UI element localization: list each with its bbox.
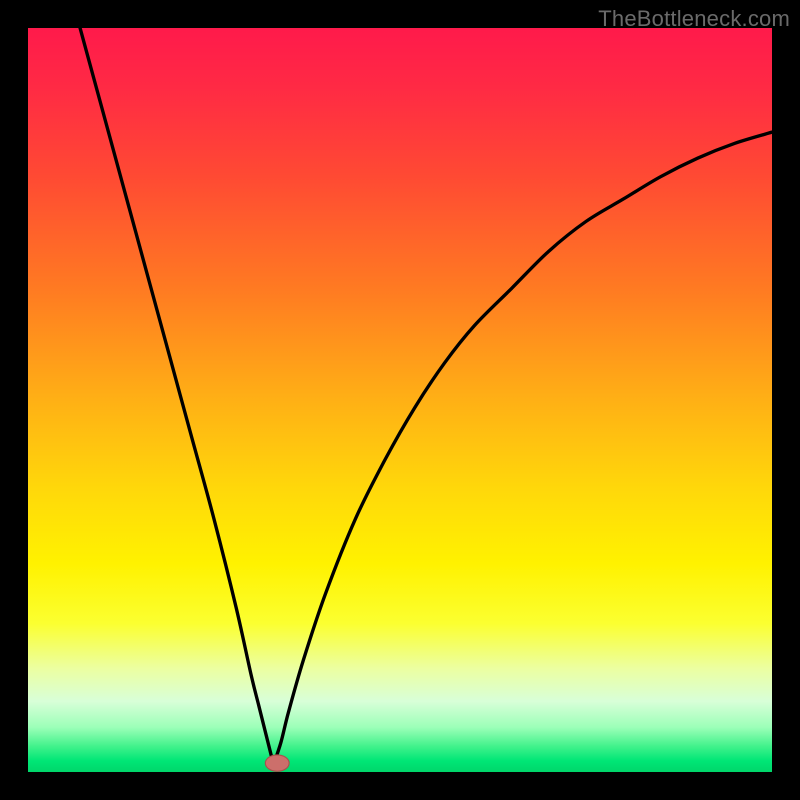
gradient-background	[28, 28, 772, 772]
watermark-text: TheBottleneck.com	[598, 6, 790, 32]
chart-frame: TheBottleneck.com	[0, 0, 800, 800]
bottleneck-chart	[28, 28, 772, 772]
optimum-marker	[265, 755, 289, 771]
